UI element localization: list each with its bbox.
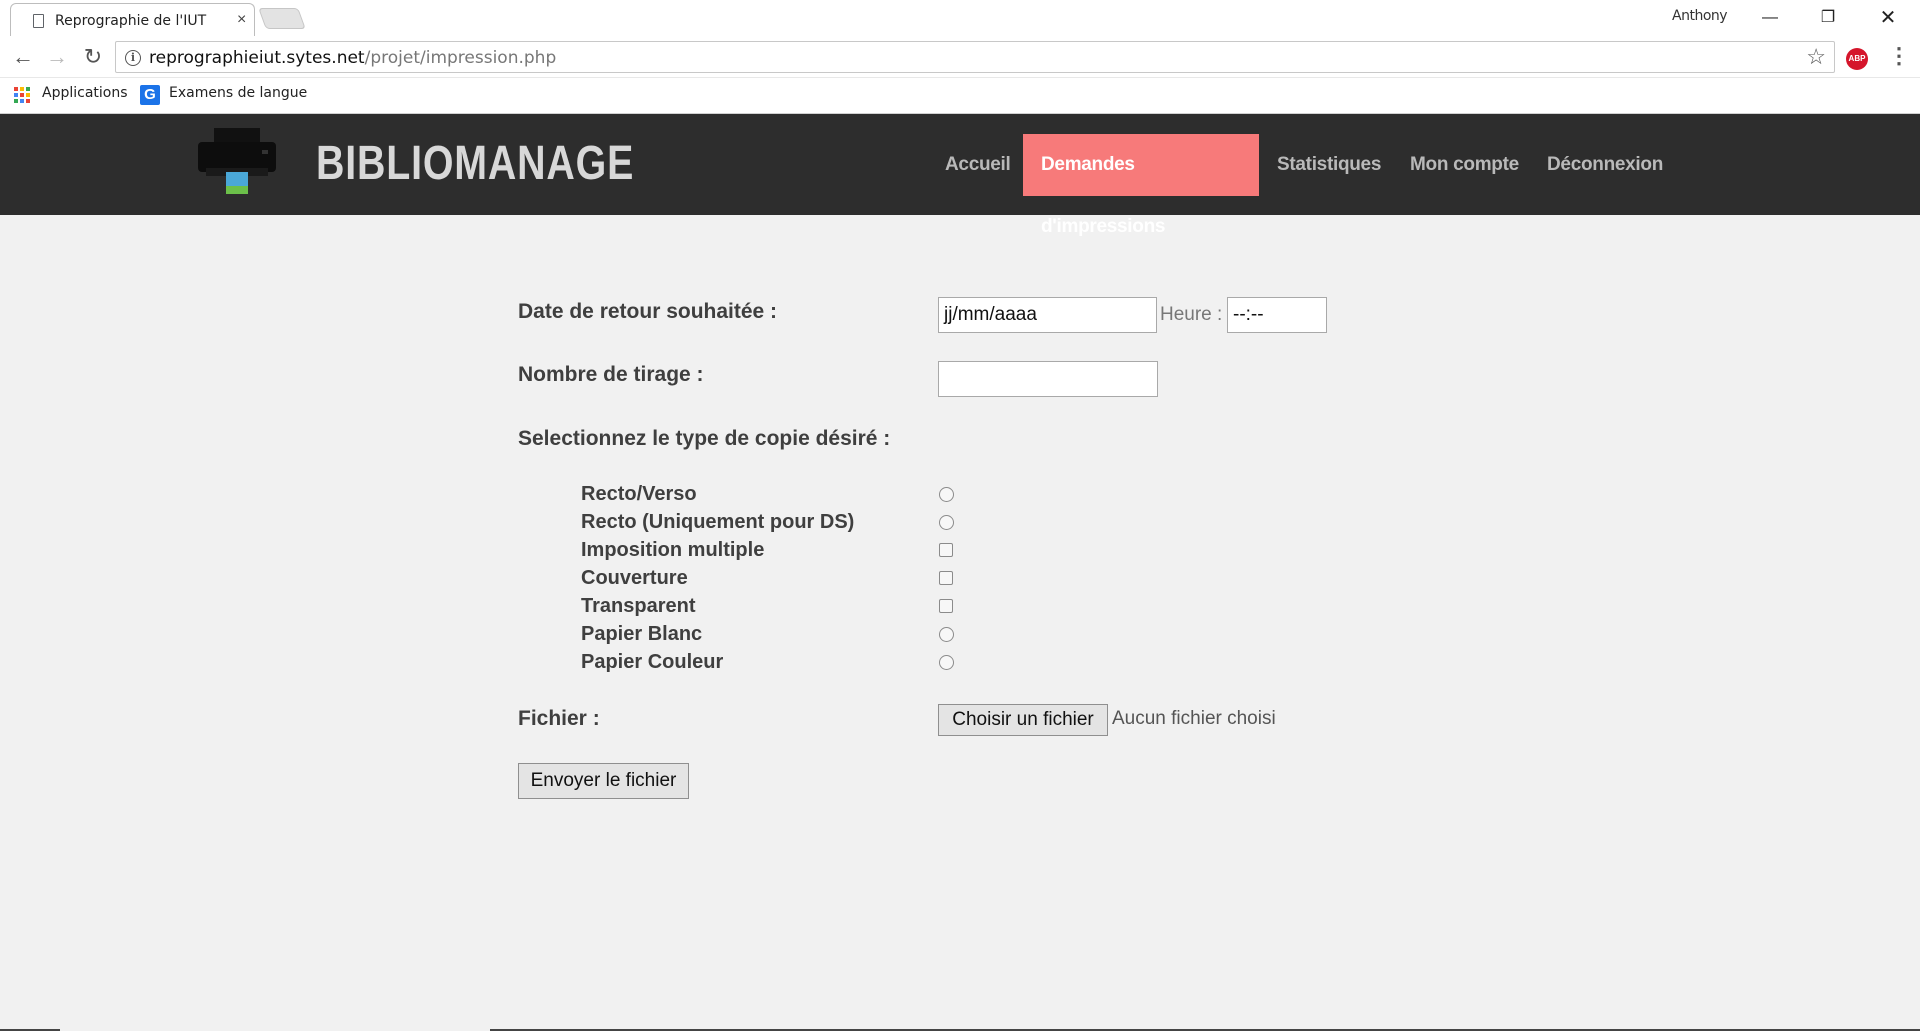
site-header: BIBLIOMANAGE Accueil Demandes d'impressi… xyxy=(0,114,1920,237)
browser-menu-icon[interactable]: ⋮ xyxy=(1888,43,1910,69)
submit-file-button[interactable]: Envoyer le fichier xyxy=(518,763,689,799)
time-input[interactable]: --:-- xyxy=(1227,297,1327,333)
option-label-papier-couleur: Papier Couleur xyxy=(581,651,724,673)
new-tab-button[interactable] xyxy=(258,8,306,29)
count-label: Nombre de tirage : xyxy=(518,363,704,386)
browser-tab[interactable]: Reprographie de l'IUT × xyxy=(10,3,255,37)
radio-papier-blanc[interactable] xyxy=(939,627,954,642)
nav-statistiques[interactable]: Statistiques xyxy=(1259,134,1399,196)
tab-title: Reprographie de l'IUT xyxy=(55,13,207,29)
radio-papier-couleur[interactable] xyxy=(939,655,954,670)
bookmarks-bar: Applications G Examens de langue xyxy=(0,78,1920,114)
url-text[interactable]: reprographieiut.sytes.net/projet/impress… xyxy=(149,48,556,68)
date-label: Date de retour souhaitée : xyxy=(518,300,778,323)
profile-name[interactable]: Anthony xyxy=(1672,8,1728,24)
restore-icon[interactable]: ❐ xyxy=(1805,4,1851,32)
nav-demandes-impressions[interactable]: Demandes d'impressions xyxy=(1023,134,1259,237)
info-icon[interactable]: i xyxy=(125,50,141,66)
site-brand[interactable]: BIBLIOMANAGE xyxy=(316,136,634,191)
checkbox-transparent[interactable] xyxy=(939,599,953,613)
file-status: Aucun fichier choisi xyxy=(1112,708,1276,729)
document-icon xyxy=(33,14,44,28)
choose-file-button[interactable]: Choisir un fichier xyxy=(938,704,1108,736)
bookmark-applications[interactable]: Applications xyxy=(42,85,128,101)
option-label-imposition-multiple: Imposition multiple xyxy=(581,539,765,561)
tab-close-icon[interactable]: × xyxy=(237,11,246,29)
file-label: Fichier : xyxy=(518,707,600,730)
date-input[interactable]: jj/mm/aaaa xyxy=(938,297,1157,333)
option-label-recto-ds: Recto (Uniquement pour DS) xyxy=(581,511,855,533)
time-label: Heure : xyxy=(1160,304,1223,325)
browser-titlebar: Reprographie de l'IUT × Anthony — ❐ ✕ xyxy=(0,0,1920,37)
adblock-icon[interactable]: ABP xyxy=(1846,48,1868,70)
count-input[interactable] xyxy=(938,361,1158,397)
back-icon[interactable]: ← xyxy=(8,42,38,72)
option-label-transparent: Transparent xyxy=(581,595,696,617)
apps-grid-icon[interactable] xyxy=(14,87,30,103)
nav-accueil[interactable]: Accueil xyxy=(927,134,1029,196)
printer-logo-icon xyxy=(198,128,276,194)
option-label-papier-blanc: Papier Blanc xyxy=(581,623,703,645)
copy-type-label: Selectionnez le type de copie désiré : xyxy=(518,427,891,450)
option-label-recto-verso: Recto/Verso xyxy=(581,483,697,505)
forward-icon[interactable]: → xyxy=(42,42,72,72)
nav-mon-compte[interactable]: Mon compte xyxy=(1392,134,1537,196)
bookmark-star-icon[interactable]: ☆ xyxy=(1806,44,1826,70)
close-window-icon[interactable]: ✕ xyxy=(1865,4,1911,32)
radio-recto-verso[interactable] xyxy=(939,487,954,502)
browser-toolbar: ← → ↻ i reprographieiut.sytes.net/projet… xyxy=(0,36,1920,78)
g-logo-icon: G xyxy=(140,85,160,105)
nav-deconnexion[interactable]: Déconnexion xyxy=(1529,134,1681,196)
reload-icon[interactable]: ↻ xyxy=(78,42,108,72)
option-label-couverture: Couverture xyxy=(581,567,688,589)
bookmark-examens-de-langue[interactable]: Examens de langue xyxy=(169,85,307,101)
radio-recto-ds[interactable] xyxy=(939,515,954,530)
address-bar[interactable]: i reprographieiut.sytes.net/projet/impre… xyxy=(115,41,1835,73)
checkbox-couverture[interactable] xyxy=(939,571,953,585)
checkbox-imposition-multiple[interactable] xyxy=(939,543,953,557)
minimize-icon[interactable]: — xyxy=(1747,4,1793,32)
